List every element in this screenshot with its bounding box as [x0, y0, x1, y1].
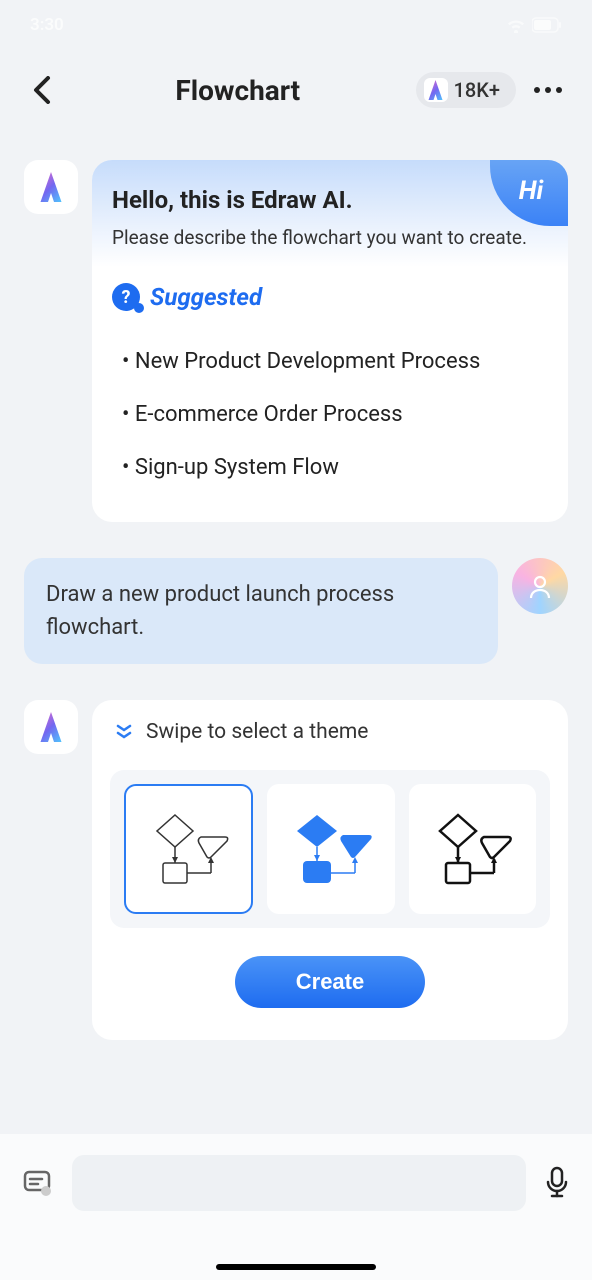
ai-message: Hi Hello, this is Edraw AI. Please descr… [24, 160, 568, 522]
flowchart-theme-icon [283, 809, 379, 889]
theme-card[interactable] [124, 784, 253, 914]
theme-carousel[interactable] [110, 770, 550, 928]
microphone-icon[interactable] [544, 1166, 570, 1200]
theme-swipe-label: Swipe to select a theme [146, 720, 368, 744]
chevron-left-icon [32, 76, 52, 104]
status-time: 3:30 [30, 15, 64, 35]
chat-options-icon[interactable] [22, 1167, 54, 1199]
suggestion-item[interactable]: • New Product Development Process [112, 335, 548, 388]
person-icon [527, 573, 553, 599]
theme-card[interactable] [409, 784, 536, 914]
back-button[interactable] [24, 72, 60, 108]
more-icon [533, 86, 563, 94]
app-logo-icon [36, 172, 66, 202]
more-button[interactable] [528, 86, 568, 94]
suggestion-item[interactable]: • Sign-up System Flow [112, 441, 548, 494]
ai-greeting-title: Hello, this is Edraw AI. [112, 186, 548, 214]
create-button[interactable]: Create [235, 956, 425, 1008]
flowchart-theme-icon [424, 809, 520, 889]
input-bar [0, 1134, 592, 1280]
app-logo-icon [36, 712, 66, 742]
status-bar: 3:30 [0, 0, 592, 50]
ai-avatar [24, 160, 78, 214]
app-logo-icon [424, 78, 448, 102]
usage-count: 18K+ [454, 78, 500, 102]
message-input[interactable] [72, 1155, 526, 1211]
user-avatar [512, 558, 568, 614]
wifi-icon [506, 17, 526, 33]
swipe-icon [114, 722, 134, 742]
user-message: Draw a new product launch process flowch… [24, 558, 568, 664]
hi-badge: Hi [490, 160, 568, 226]
suggestion-item[interactable]: • E-commerce Order Process [112, 388, 548, 441]
page-title: Flowchart [72, 74, 404, 107]
theme-card[interactable] [267, 784, 394, 914]
suggested-heading: Suggested [112, 283, 548, 311]
usage-pill[interactable]: 18K+ [416, 72, 516, 108]
home-indicator[interactable] [216, 1264, 376, 1270]
ai-greeting-prompt: Please describe the flowchart you want t… [112, 226, 548, 249]
user-bubble: Draw a new product launch process flowch… [24, 558, 498, 664]
ai-theme-message: Swipe to select a theme [24, 700, 568, 1040]
flowchart-theme-icon [141, 809, 237, 889]
ai-avatar [24, 700, 78, 754]
battery-icon [532, 17, 562, 33]
app-header: Flowchart 18K+ [0, 50, 592, 130]
suggested-icon [112, 283, 140, 311]
